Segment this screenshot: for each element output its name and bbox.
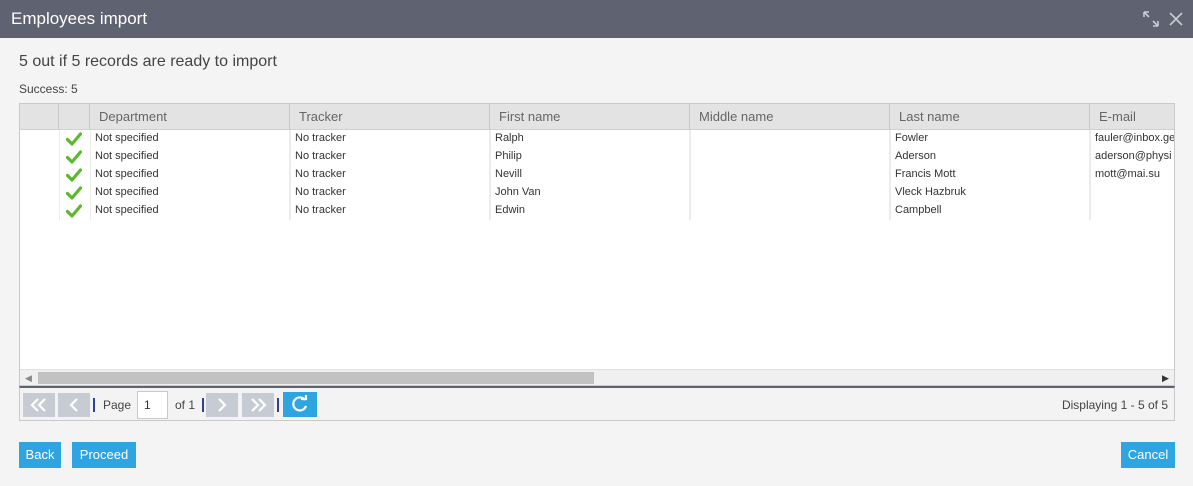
import-summary-headline: 5 out if 5 records are ready to import xyxy=(19,53,277,70)
cell-department: Not specified xyxy=(90,184,290,202)
employees-import-dialog: Employees import 5 out if 5 records are … xyxy=(0,0,1193,486)
cell-first-name: Edwin xyxy=(490,202,690,220)
cell-email: fauler@inbox.ge xyxy=(1095,132,1175,144)
cell-tracker: No tracker xyxy=(290,184,490,202)
cell-department: Not specified xyxy=(90,166,290,184)
cell-email xyxy=(1090,202,1174,220)
import-grid: Department Tracker First name Middle nam… xyxy=(19,103,1175,386)
cell-department: Not specified xyxy=(90,202,290,220)
display-count: Displaying 1 - 5 of 5 xyxy=(1061,398,1168,412)
proceed-button[interactable]: Proceed xyxy=(72,442,136,468)
cell-tracker: No tracker xyxy=(290,166,490,184)
cell-tracker: No tracker xyxy=(290,148,490,166)
cell-last-name: Francis Mott xyxy=(890,166,1090,184)
check-icon xyxy=(66,132,82,146)
cell-email xyxy=(1090,184,1174,202)
header-middle-name[interactable]: Middle name xyxy=(690,104,890,130)
check-icon xyxy=(66,150,82,164)
cell-middle-name xyxy=(690,184,890,202)
dialog-title: Employees import xyxy=(11,9,148,28)
prev-page-button[interactable] xyxy=(58,393,90,417)
page-count-label: of 1 xyxy=(175,398,196,412)
table-row[interactable]: Not specified No tracker Ralph Fowler fa… xyxy=(20,130,1175,148)
cell-tracker: No tracker xyxy=(290,202,490,220)
maximize-icon[interactable] xyxy=(1143,11,1159,27)
first-page-icon xyxy=(30,398,46,412)
table-row[interactable]: Not specified No tracker Nevill Francis … xyxy=(20,166,1174,184)
cell-middle-name xyxy=(690,130,890,148)
cell-first-name: Ralph xyxy=(490,130,690,148)
prev-page-icon xyxy=(69,398,78,412)
check-icon xyxy=(66,204,82,218)
cancel-button[interactable]: Cancel xyxy=(1121,442,1175,468)
header-tracker[interactable]: Tracker xyxy=(290,104,490,130)
next-page-button[interactable] xyxy=(206,393,238,417)
page-number-input[interactable]: 1 xyxy=(137,391,168,419)
header-rownum-column xyxy=(20,104,59,130)
first-page-button[interactable] xyxy=(23,393,55,417)
page-label: Page xyxy=(103,398,132,412)
scroll-left-icon[interactable]: ◀ xyxy=(25,373,32,384)
header-email[interactable]: E-mail xyxy=(1090,104,1174,130)
last-page-icon xyxy=(251,398,267,412)
refresh-icon xyxy=(292,395,308,412)
cell-last-name: Campbell xyxy=(890,202,1090,220)
scrollbar-thumb[interactable] xyxy=(38,372,594,384)
cell-first-name: Nevill xyxy=(490,166,690,184)
success-count: Success: 5 xyxy=(19,82,78,96)
cell-middle-name xyxy=(690,166,890,184)
cell-department: Not specified xyxy=(90,148,290,166)
cell-department: Not specified xyxy=(90,130,290,148)
cell-middle-name xyxy=(690,202,890,220)
next-page-icon xyxy=(218,398,227,412)
grid-header: Department Tracker First name Middle nam… xyxy=(20,104,1174,130)
horizontal-scrollbar[interactable]: ◀ ▶ xyxy=(20,369,1174,385)
close-icon[interactable] xyxy=(1168,11,1184,27)
cell-last-name: Vleck Hazbruk xyxy=(890,184,1090,202)
cell-middle-name xyxy=(690,148,890,166)
cell-first-name: John Van xyxy=(490,184,690,202)
pagination-toolbar: Page 1 of 1 Displaying 1 - 5 of 5 xyxy=(19,386,1175,421)
cell-last-name: Aderson xyxy=(890,148,1090,166)
dialog-titlebar: Employees import xyxy=(0,0,1193,38)
last-page-button[interactable] xyxy=(242,393,274,417)
toolbar-separator xyxy=(93,398,95,412)
header-status-column xyxy=(59,104,90,130)
cell-last-name: Fowler xyxy=(890,130,1090,148)
header-first-name[interactable]: First name xyxy=(490,104,690,130)
check-icon xyxy=(66,186,82,200)
table-row[interactable]: Not specified No tracker Edwin Campbell xyxy=(20,202,1174,220)
toolbar-separator xyxy=(202,398,204,412)
cell-email: aderson@physi xyxy=(1095,150,1172,162)
back-button[interactable]: Back xyxy=(19,442,61,468)
header-department[interactable]: Department xyxy=(90,104,290,130)
cell-email: mott@mai.su xyxy=(1095,168,1160,180)
check-icon xyxy=(66,168,82,182)
cell-tracker: No tracker xyxy=(290,130,490,148)
refresh-button[interactable] xyxy=(283,392,317,417)
scroll-right-icon[interactable]: ▶ xyxy=(1162,373,1169,384)
header-last-name[interactable]: Last name xyxy=(890,104,1090,130)
table-row[interactable]: Not specified No tracker Philip Aderson … xyxy=(20,148,1174,166)
cell-first-name: Philip xyxy=(490,148,690,166)
table-row[interactable]: Not specified No tracker John Van Vleck … xyxy=(20,184,1174,202)
toolbar-separator xyxy=(277,398,279,412)
